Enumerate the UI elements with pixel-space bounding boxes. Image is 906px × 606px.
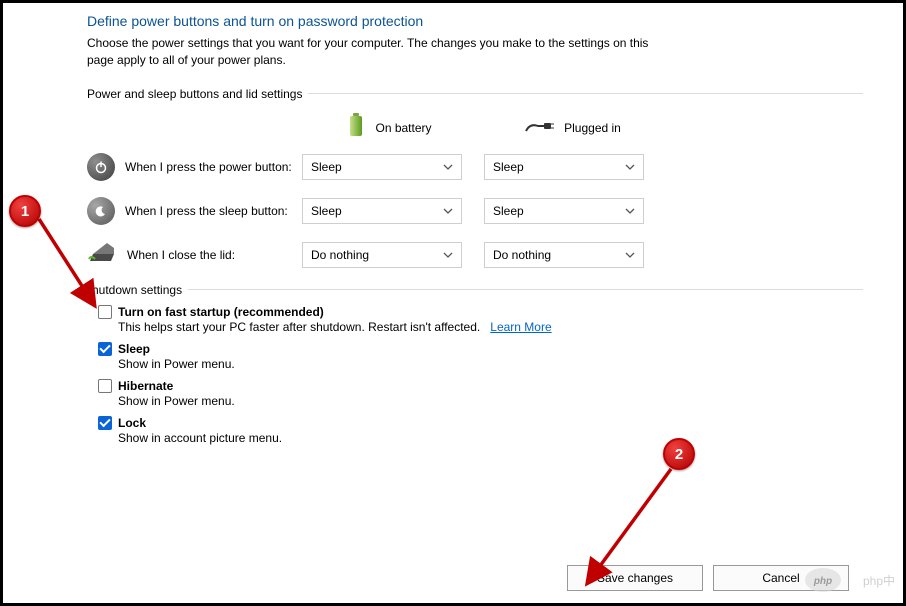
watermark-logo: php php中文网 [803, 565, 895, 595]
section-shutdown-header: Shutdown settings [84, 283, 188, 297]
sleep-desc: Show in Power menu. [118, 357, 863, 371]
svg-text:php: php [813, 576, 832, 587]
hibernate-label: Hibernate [118, 379, 173, 393]
annotation-callout-1: 1 [9, 195, 41, 227]
lid-icon [87, 241, 117, 268]
column-plugged-in-label: Plugged in [564, 121, 621, 135]
chevron-down-icon [443, 164, 453, 170]
divider [188, 289, 863, 290]
hibernate-checkbox[interactable] [98, 379, 112, 393]
lid-row-label: When I close the lid: [127, 248, 235, 262]
sleep-button-icon [87, 197, 115, 225]
dropdown-value: Sleep [493, 160, 524, 174]
plug-icon [524, 117, 554, 138]
chevron-down-icon [625, 252, 635, 258]
lid-plugged-dropdown[interactable]: Do nothing [484, 242, 644, 268]
lock-label: Lock [118, 416, 146, 430]
lock-desc: Show in account picture menu. [118, 431, 863, 445]
dropdown-value: Sleep [311, 204, 342, 218]
fast-startup-label: Turn on fast startup (recommended) [118, 305, 324, 319]
power-button-icon [87, 153, 115, 181]
dropdown-value: Do nothing [493, 248, 551, 262]
dropdown-value: Sleep [493, 204, 524, 218]
sleep-button-plugged-dropdown[interactable]: Sleep [484, 198, 644, 224]
lid-battery-dropdown[interactable]: Do nothing [302, 242, 462, 268]
chevron-down-icon [443, 208, 453, 214]
sleep-label: Sleep [118, 342, 150, 356]
battery-icon [347, 113, 365, 142]
dropdown-value: Sleep [311, 160, 342, 174]
sleep-checkbox[interactable] [98, 342, 112, 356]
power-button-row-label: When I press the power button: [125, 160, 292, 174]
column-on-battery-label: On battery [375, 121, 431, 135]
sleep-button-row-label: When I press the sleep button: [125, 204, 288, 218]
save-changes-button[interactable]: Save changes [567, 565, 703, 591]
fast-startup-checkbox[interactable] [98, 305, 112, 319]
dropdown-value: Do nothing [311, 248, 369, 262]
section-power-sleep-header: Power and sleep buttons and lid settings [87, 87, 308, 101]
power-button-battery-dropdown[interactable]: Sleep [302, 154, 462, 180]
hibernate-desc: Show in Power menu. [118, 394, 863, 408]
page-title: Define power buttons and turn on passwor… [87, 13, 863, 29]
annotation-callout-2: 2 [663, 438, 695, 470]
power-button-plugged-dropdown[interactable]: Sleep [484, 154, 644, 180]
svg-text:php中文网: php中文网 [863, 573, 895, 588]
chevron-down-icon [443, 252, 453, 258]
divider [308, 93, 863, 94]
sleep-button-battery-dropdown[interactable]: Sleep [302, 198, 462, 224]
chevron-down-icon [625, 164, 635, 170]
page-subtitle: Choose the power settings that you want … [87, 35, 657, 69]
lock-checkbox[interactable] [98, 416, 112, 430]
learn-more-link[interactable]: Learn More [490, 320, 551, 334]
fast-startup-desc: This helps start your PC faster after sh… [118, 320, 480, 334]
chevron-down-icon [625, 208, 635, 214]
